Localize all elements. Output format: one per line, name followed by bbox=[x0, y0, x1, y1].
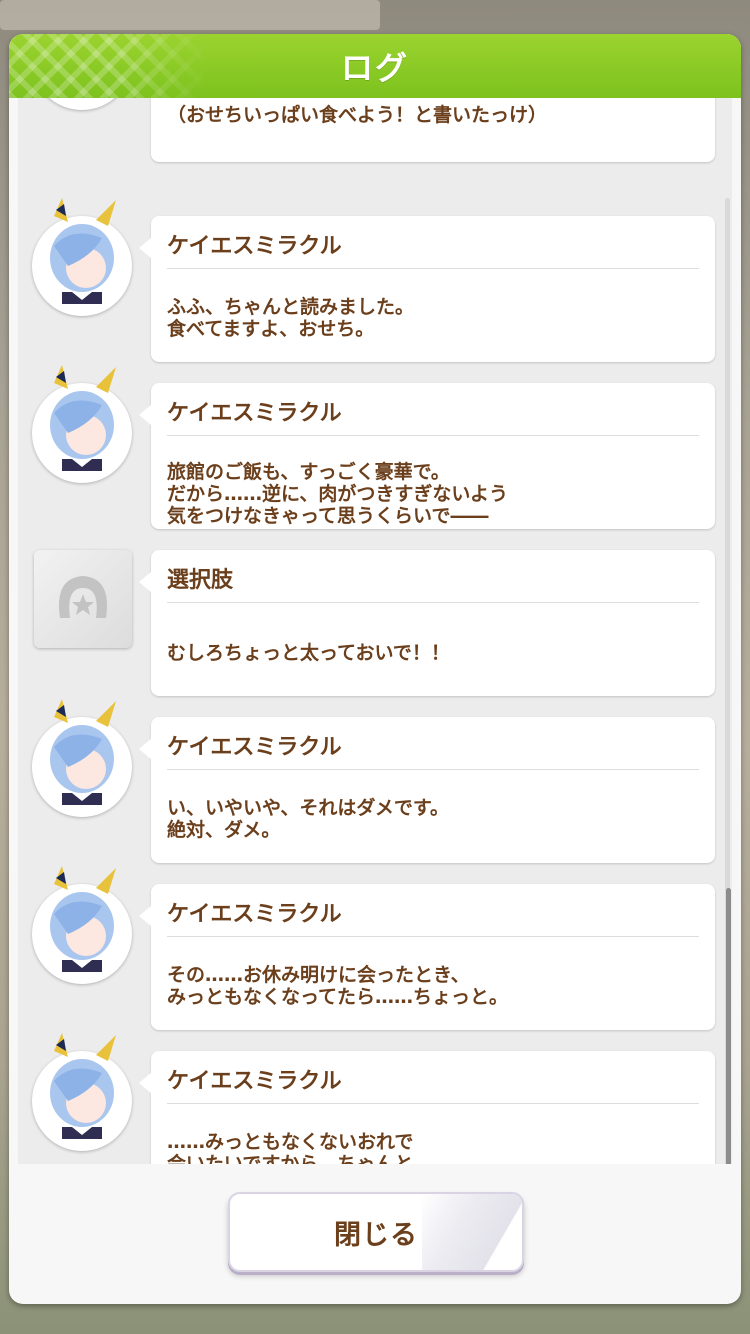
bubble-divider bbox=[167, 268, 699, 269]
speaker-name: ケイエスミラクル bbox=[167, 902, 342, 927]
horseshoe-choice-icon bbox=[34, 550, 132, 648]
log-bubble: ケイエスミラクル その……お休み明けに会ったとき、 みっともなくなってたら……ち… bbox=[139, 884, 715, 1030]
character-avatar bbox=[32, 198, 132, 316]
log-modal: ログ （おせちいっぱい食べよう！と書いたっけ） ケイエスミラクル ふふ、ちゃんと… bbox=[9, 34, 741, 1304]
log-message: （おせちいっぱい食べよう！と書いたっけ） bbox=[167, 104, 548, 126]
modal-title: ログ bbox=[340, 49, 409, 87]
button-sheen bbox=[422, 1194, 522, 1270]
speaker-name: 選択肢 bbox=[167, 568, 234, 593]
character-avatar bbox=[32, 866, 132, 984]
log-list[interactable]: （おせちいっぱい食べよう！と書いたっけ） ケイエスミラクル ふふ、ちゃんと読みま… bbox=[18, 98, 732, 1164]
bubble-divider bbox=[167, 769, 699, 770]
close-button[interactable]: 閉じる bbox=[228, 1192, 524, 1272]
speaker-name: ケイエスミラクル bbox=[167, 234, 342, 259]
character-icon bbox=[50, 198, 116, 304]
scrollbar-thumb[interactable] bbox=[726, 888, 731, 1164]
background-panel bbox=[0, 0, 380, 30]
log-bubble: ケイエスミラクル ふふ、ちゃんと読みました。 食べてますよ、おせち。 bbox=[139, 216, 715, 362]
bubble-divider bbox=[167, 602, 699, 603]
header-pattern bbox=[9, 34, 209, 98]
speaker-name: ケイエスミラクル bbox=[167, 1069, 342, 1094]
bubble-divider bbox=[167, 1103, 699, 1104]
bubble-divider bbox=[167, 435, 699, 436]
log-bubble: ケイエスミラクル ……みっともなくないおれで 会いたいですから、ちゃんと。 bbox=[139, 1051, 715, 1164]
log-message: ふふ、ちゃんと読みました。 食べてますよ、おせち。 bbox=[167, 296, 415, 340]
character-icon bbox=[50, 866, 116, 972]
log-message: その……お休み明けに会ったとき、 みっともなくなってたら……ちょっと。 bbox=[167, 964, 509, 1008]
log-message: 旅館のご飯も、すっごく豪華で。 だから……逆に、肉がつきすぎないよう 気をつけな… bbox=[167, 461, 509, 527]
character-icon bbox=[50, 1033, 116, 1139]
character-avatar bbox=[32, 699, 132, 817]
bubble-divider bbox=[167, 936, 699, 937]
character-icon bbox=[50, 365, 116, 471]
log-bubble: ケイエスミラクル い、いやいや、それはダメです。 絶対、ダメ。 bbox=[139, 717, 715, 863]
modal-header: ログ bbox=[9, 34, 741, 98]
character-icon bbox=[50, 699, 116, 805]
log-bubble: （おせちいっぱい食べよう！と書いたっけ） bbox=[151, 98, 715, 162]
log-bubble: ケイエスミラクル 旅館のご飯も、すっごく豪華で。 だから……逆に、肉がつきすぎな… bbox=[139, 383, 715, 529]
character-avatar bbox=[32, 98, 132, 110]
character-avatar bbox=[32, 365, 132, 483]
speaker-name: ケイエスミラクル bbox=[167, 735, 342, 760]
character-avatar bbox=[32, 1033, 132, 1151]
log-message: い、いやいや、それはダメです。 絶対、ダメ。 bbox=[167, 797, 449, 841]
log-message: ……みっともなくないおれで 会いたいですから、ちゃんと。 bbox=[167, 1131, 433, 1164]
log-bubble: 選択肢 むしろちょっと太っておいで！！ bbox=[139, 550, 715, 696]
close-button-label: 閉じる bbox=[334, 1219, 418, 1251]
speaker-name: ケイエスミラクル bbox=[167, 401, 342, 426]
log-message: むしろちょっと太っておいで！！ bbox=[167, 642, 450, 664]
horseshoe-icon bbox=[58, 576, 108, 618]
